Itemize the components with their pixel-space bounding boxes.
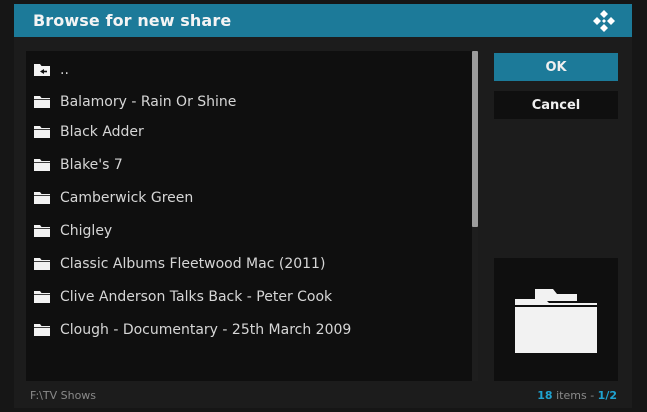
dialog-titlebar: Browse for new share <box>14 4 632 37</box>
ok-button[interactable]: OK <box>494 53 618 81</box>
folder-icon <box>34 291 50 303</box>
cancel-button[interactable]: Cancel <box>494 91 618 119</box>
item-count: 18 items - 1/2 <box>537 389 617 402</box>
page-indicator: 1/2 <box>597 389 617 402</box>
kodi-logo-icon <box>593 10 615 32</box>
file-list: .. Balamory - Rain Or Shine Black Adder … <box>26 51 478 381</box>
item-count-separator: - <box>590 389 595 402</box>
folder-open-icon <box>515 288 597 353</box>
item-count-label: items <box>556 389 587 402</box>
list-item[interactable]: Clive Anderson Talks Back - Peter Cook <box>26 280 471 313</box>
list-item[interactable]: Balamory - Rain Or Shine <box>26 85 471 118</box>
list-item[interactable]: Classic Albums Fleetwood Mac (2011) <box>26 247 471 280</box>
list-item-label: Classic Albums Fleetwood Mac (2011) <box>60 255 326 272</box>
browse-dialog: Browse for new share .. Balamory - Rain … <box>0 0 647 412</box>
item-count-number: 18 <box>537 389 553 402</box>
current-path: F:\TV Shows <box>30 389 97 402</box>
list-item[interactable]: Blake's 7 <box>26 148 471 181</box>
list-item[interactable]: Camberwick Green <box>26 181 471 214</box>
folder-icon <box>34 258 50 270</box>
folder-icon <box>34 324 50 336</box>
folder-preview <box>494 258 618 381</box>
folder-icon <box>34 225 50 237</box>
list-item-label: .. <box>60 61 69 78</box>
list-item-label: Clive Anderson Talks Back - Peter Cook <box>60 288 333 305</box>
scrollbar-thumb[interactable] <box>472 51 478 227</box>
list-item[interactable]: Chigley <box>26 214 471 247</box>
folder-icon <box>34 126 50 138</box>
list-item[interactable]: Clough - Documentary - 25th March 2009 <box>26 313 471 346</box>
list-item-label: Camberwick Green <box>60 189 194 206</box>
list-item-label: Blake's 7 <box>60 156 123 173</box>
folder-icon <box>34 96 50 108</box>
list-item-label: Black Adder <box>60 123 144 140</box>
folder-icon <box>34 159 50 171</box>
folder-icon <box>34 192 50 204</box>
folder-back-icon <box>34 64 50 76</box>
list-item-label: Balamory - Rain Or Shine <box>60 93 237 110</box>
list-item-label: Chigley <box>60 222 113 239</box>
list-item-label: Clough - Documentary - 25th March 2009 <box>60 321 352 338</box>
dialog-title: Browse for new share <box>33 11 232 30</box>
list-item-parent[interactable]: .. <box>26 53 471 86</box>
list-item[interactable]: Black Adder <box>26 115 471 148</box>
